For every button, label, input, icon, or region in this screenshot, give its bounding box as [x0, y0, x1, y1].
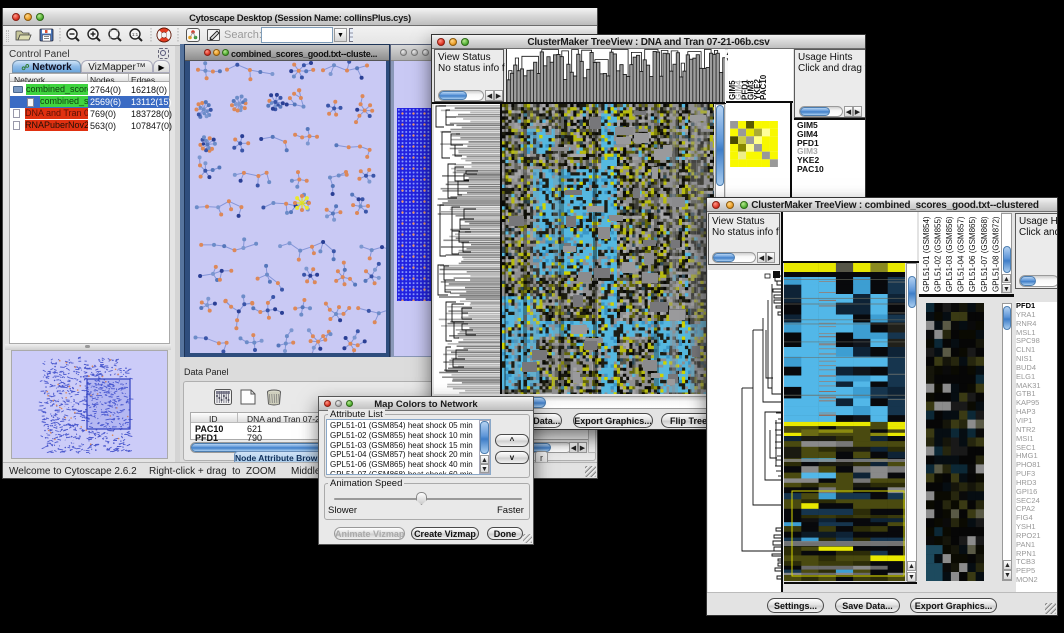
svg-text:1:1: 1:1 [132, 32, 139, 37]
svg-text:GPL51-07 (GSM868): GPL51-07 (GSM868) [980, 216, 989, 292]
svg-text:GPL51-08 (GSM872): GPL51-08 (GSM872) [991, 216, 1000, 292]
svg-text:GPL51-04 (GSM857): GPL51-04 (GSM857) [957, 216, 966, 292]
svg-text:PAC10: PAC10 [759, 74, 768, 100]
svg-text:GPL51-06 (GSM865): GPL51-06 (GSM865) [968, 216, 977, 292]
svg-text:GPL51-01 (GSM854): GPL51-01 (GSM854) [922, 216, 931, 292]
svg-text:GPL51-02 (GSM855): GPL51-02 (GSM855) [934, 216, 943, 292]
svg-text:GPL51-03 (GSM856): GPL51-03 (GSM856) [945, 216, 954, 292]
